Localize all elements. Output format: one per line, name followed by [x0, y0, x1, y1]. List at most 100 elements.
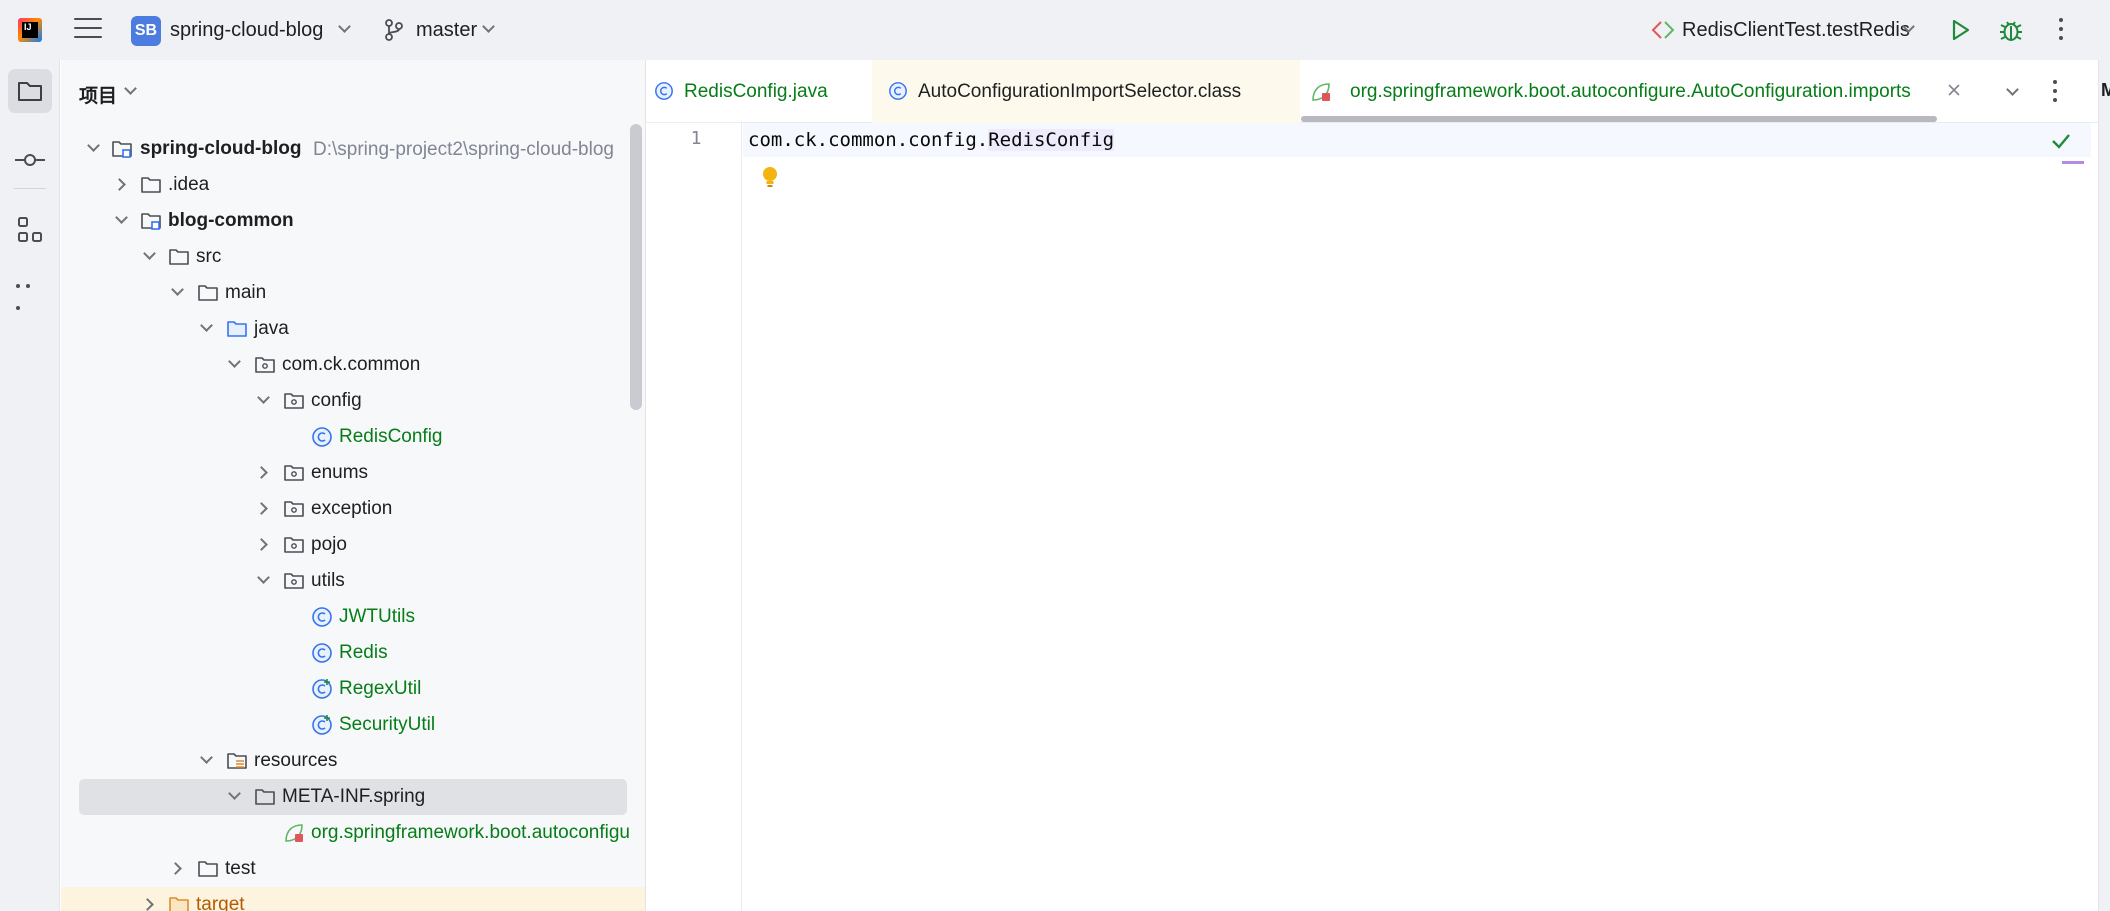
more-actions-icon[interactable]: [2056, 18, 2066, 42]
project-panel-scrollbar[interactable]: [630, 124, 642, 410]
tree-item-label: Redis: [339, 642, 388, 663]
tree-item-target[interactable]: target: [61, 887, 645, 911]
tree-item-label: JWTUtils: [339, 606, 415, 627]
run-configuration-name[interactable]: RedisClientTest.testRedis: [1682, 19, 1910, 42]
folder-icon: [198, 861, 218, 877]
folder-icon: [255, 789, 275, 805]
tree-item-jwtutils[interactable]: JWTUtils: [61, 599, 645, 635]
tree-item-resources[interactable]: resources: [61, 743, 645, 779]
tree-item-label: blog-common: [168, 210, 294, 231]
tree-item-meta-inf-spring[interactable]: META-INF.spring: [61, 779, 645, 815]
tree-item-redis[interactable]: Redis: [61, 635, 645, 671]
structure-icon[interactable]: [16, 216, 44, 244]
tab-bar-scrollbar[interactable]: [1301, 116, 1937, 122]
chevron-right-icon[interactable]: [255, 538, 268, 551]
scrollbar-marker: [2062, 161, 2084, 164]
tree-item-label: test: [225, 858, 256, 879]
tree-item-regexutil[interactable]: RegexUtil: [61, 671, 645, 707]
chevron-down-icon[interactable]: [87, 139, 100, 152]
chevron-down-icon[interactable]: [115, 211, 128, 224]
tree-item-label: pojo: [311, 534, 347, 555]
tree-item-label: main: [225, 282, 267, 303]
tree-item-label: spring-cloud-blog: [140, 138, 302, 159]
maven-tool-label[interactable]: M: [2101, 80, 2110, 101]
more-tools-icon[interactable]: [16, 272, 44, 310]
chevron-down-icon[interactable]: [228, 355, 241, 368]
tree-item-exception[interactable]: exception: [61, 491, 645, 527]
chevron-down-icon[interactable]: [200, 319, 213, 332]
tree-item-test[interactable]: test: [61, 851, 645, 887]
tree-item-label: SecurityUtil: [339, 714, 436, 735]
branch-name[interactable]: master: [416, 19, 477, 42]
chevron-down-icon[interactable]: [143, 247, 156, 260]
tree-item-idea[interactable]: .idea: [61, 167, 645, 203]
final-class-icon: [312, 679, 332, 699]
tree-item-label: RegexUtil: [339, 678, 422, 699]
tree-item-main[interactable]: main: [61, 275, 645, 311]
tree-item-label: org.springframework.boot.autoconfigu: [311, 822, 630, 843]
chevron-down-icon[interactable]: [338, 20, 351, 33]
java-class-icon: [312, 643, 332, 663]
debug-icon[interactable]: [1998, 16, 2024, 44]
tree-item-autoconfiguration-imports[interactable]: org.springframework.boot.autoconfigu: [61, 815, 645, 851]
tree-item-label: enums: [311, 462, 369, 483]
chevron-down-icon[interactable]: [171, 283, 184, 296]
main-menu-icon[interactable]: [74, 18, 102, 42]
tool-window-strip: [0, 60, 60, 911]
folder-icon: [169, 249, 189, 265]
tree-item-src[interactable]: src: [61, 239, 645, 275]
final-class-icon: [312, 715, 332, 735]
chevron-right-icon[interactable]: [169, 862, 182, 875]
commit-icon[interactable]: [14, 144, 46, 176]
tree-item-java[interactable]: java: [61, 311, 645, 347]
git-branch-icon[interactable]: [384, 18, 404, 42]
chevron-down-icon[interactable]: [257, 391, 270, 404]
package-icon: [284, 573, 304, 589]
chevron-down-icon[interactable]: [2006, 83, 2019, 96]
tab-redisconfig-java[interactable]: RedisConfig.java: [646, 60, 872, 123]
chevron-down-icon[interactable]: [124, 82, 137, 95]
title-bar: IJ SB spring-cloud-blog master RedisClie…: [0, 0, 2110, 60]
package-icon: [284, 465, 304, 481]
tree-item-utils[interactable]: utils: [61, 563, 645, 599]
chevron-down-icon[interactable]: [482, 20, 495, 33]
tree-item-pojo[interactable]: pojo: [61, 527, 645, 563]
chevron-right-icon[interactable]: [255, 502, 268, 515]
intellij-logo-icon[interactable]: IJ: [18, 18, 42, 42]
editor-scrollbar[interactable]: [2082, 123, 2096, 911]
tree-item-blog-common[interactable]: blog-common: [61, 203, 645, 239]
no-problems-check-icon[interactable]: [2050, 130, 2072, 152]
close-icon[interactable]: [1946, 82, 1962, 98]
lightbulb-icon[interactable]: [760, 164, 780, 190]
run-icon[interactable]: [1948, 18, 1972, 42]
folder-icon: [18, 82, 42, 101]
chevron-right-icon[interactable]: [255, 466, 268, 479]
project-name[interactable]: spring-cloud-blog: [170, 19, 323, 42]
chevron-right-icon[interactable]: [141, 898, 154, 911]
tree-item-securityutil[interactable]: SecurityUtil: [61, 707, 645, 743]
line-number: 1: [690, 128, 702, 149]
tree-item-enums[interactable]: enums: [61, 455, 645, 491]
editor-area: RedisConfig.java AutoConfigurationImport…: [646, 60, 2110, 911]
project-tool-button[interactable]: [8, 69, 52, 113]
tab-label: AutoConfigurationImportSelector.class: [918, 81, 1242, 102]
code-line[interactable]: com.ck.common.config.RedisConfig: [748, 129, 1115, 151]
tree-item-label: com.ck.common: [282, 354, 421, 375]
chevron-down-icon[interactable]: [200, 751, 213, 764]
tree-item-redisconfig[interactable]: RedisConfig: [61, 419, 645, 455]
tree-item-label: target: [196, 894, 245, 911]
project-badge[interactable]: SB: [131, 16, 161, 46]
chevron-down-icon[interactable]: [257, 571, 270, 584]
more-actions-icon[interactable]: [2050, 80, 2060, 104]
chevron-right-icon[interactable]: [113, 178, 126, 191]
tree-item-root-module[interactable]: spring-cloud-blog D:\spring-project2\spr…: [61, 131, 645, 167]
tree-item-com-ck-common[interactable]: com.ck.common: [61, 347, 645, 383]
junit-test-icon[interactable]: [1650, 19, 1676, 41]
tree-item-label: META-INF.spring: [282, 786, 426, 807]
java-class-icon: [655, 82, 673, 100]
tab-autoconfiguration-import-selector[interactable]: AutoConfigurationImportSelector.class: [872, 60, 1300, 123]
tree-item-config[interactable]: config: [61, 383, 645, 419]
tree-item-label: .idea: [168, 174, 210, 195]
tab-label: RedisConfig.java: [684, 81, 828, 102]
project-panel-title[interactable]: 项目: [79, 81, 117, 108]
